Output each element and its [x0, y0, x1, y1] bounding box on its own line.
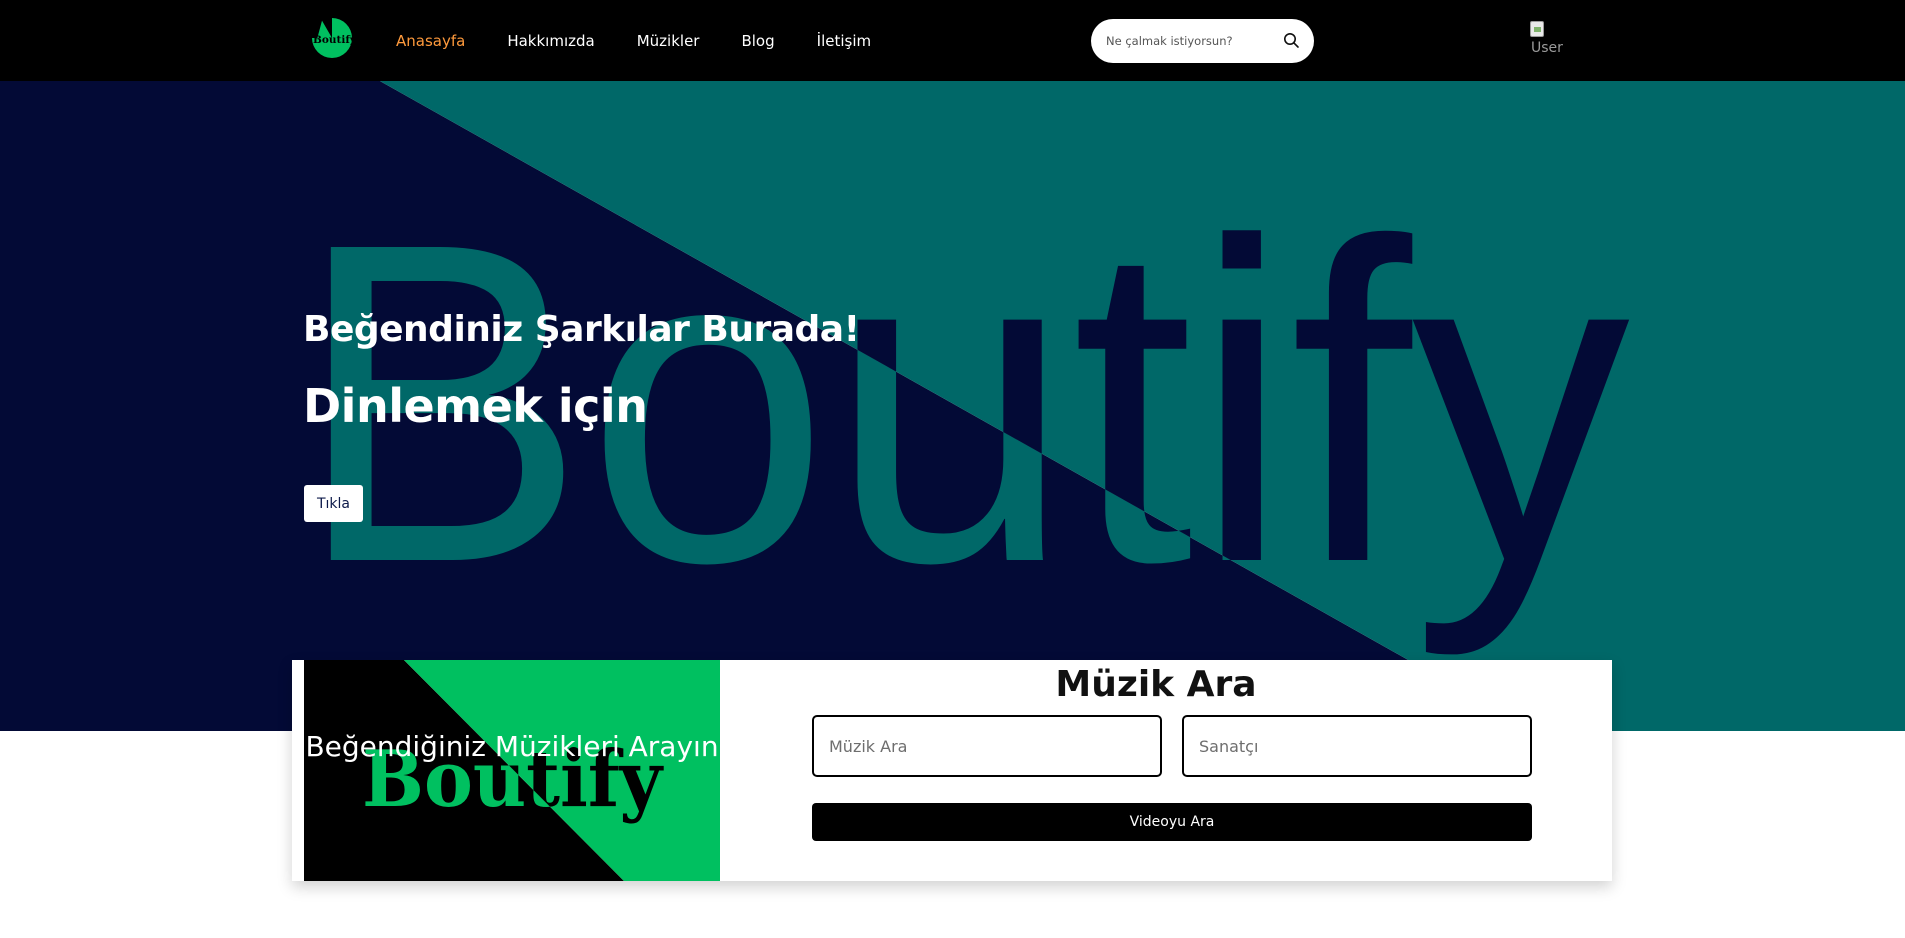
search-icon[interactable] [1283, 32, 1300, 49]
nav-link-hakkimizda[interactable]: Hakkımızda [507, 32, 594, 50]
hero-background: Boutify Boutify [0, 81, 1905, 731]
nav-link-anasayfa[interactable]: Anasayfa [396, 32, 465, 50]
main-nav: Anasayfa Hakkımızda Müzikler Blog İletiş… [396, 0, 913, 81]
nav-search-input[interactable] [1106, 34, 1276, 48]
nav-link-blog[interactable]: Blog [741, 32, 774, 50]
nav-search-box [1091, 19, 1314, 63]
music-search-form: Müzik Ara Videoyu Ara [720, 660, 1612, 881]
nav-link-iletisim[interactable]: İletişim [817, 32, 871, 50]
logo-text: Boutify [313, 34, 355, 46]
broken-image-icon [1530, 21, 1544, 37]
top-navbar: Boutify Anasayfa Hakkımızda Müzikler Blo… [0, 0, 1905, 81]
music-search-title: Müzik Ara [1055, 664, 1257, 705]
hero-section: Boutify Boutify Beğendiniz Şarkılar Bura… [0, 81, 1905, 731]
music-search-card: Boutify Boutify Beğendiğiniz Müzikleri A… [292, 660, 1612, 881]
music-name-input[interactable] [812, 715, 1162, 777]
user-avatar-alt-text: User [1531, 40, 1563, 56]
search-video-button[interactable]: Videoyu Ara [812, 803, 1532, 841]
hero-title: Beğendiniz Şarkılar Burada! [303, 309, 860, 350]
boutify-logo[interactable]: Boutify [309, 15, 355, 61]
banner-background: Boutify Boutify [304, 660, 720, 881]
hero-cta-button[interactable]: Tıkla [304, 485, 363, 522]
nav-link-muzikler[interactable]: Müzikler [637, 32, 700, 50]
music-search-banner: Boutify Boutify Beğendiğiniz Müzikleri A… [304, 660, 720, 881]
hero-subtitle: Dinlemek için [303, 379, 648, 433]
user-avatar[interactable]: User [1530, 21, 1570, 61]
artist-input[interactable] [1182, 715, 1532, 777]
banner-caption: Beğendiğiniz Müzikleri Arayın [305, 730, 719, 763]
